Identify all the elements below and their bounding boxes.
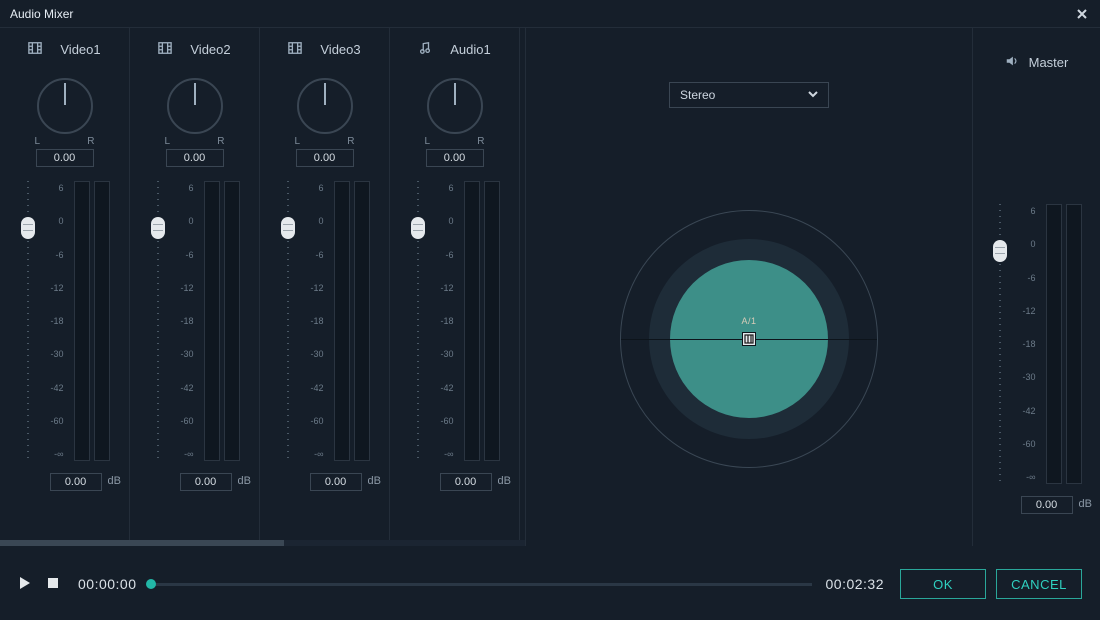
track-label: Video1	[60, 42, 100, 57]
stop-button[interactable]	[46, 576, 60, 593]
playback-position: 00:00:00	[78, 576, 137, 592]
db-scale: 60-6-12-18-30-42-60-∞	[436, 181, 454, 461]
tracks-panel: Video1 LR 0.00 60-6-12-18-30-42-60-∞	[0, 28, 526, 546]
track-label: Audio1	[450, 42, 490, 57]
slider-thumb[interactable]	[21, 217, 35, 239]
slider-thumb[interactable]	[281, 217, 295, 239]
slider-thumb[interactable]	[993, 240, 1007, 262]
play-button[interactable]	[18, 576, 32, 593]
track-audio1: Audio1 LR 0.00 60-6-12-18-30-42-60-∞ 0.0…	[390, 28, 520, 546]
volume-slider[interactable]	[410, 181, 426, 461]
panner-center-label: A/1	[741, 316, 756, 326]
db-scale: 60-6-12-18-30-42-60-∞	[46, 181, 64, 461]
slider-thumb[interactable]	[411, 217, 425, 239]
volume-slider[interactable]	[20, 181, 36, 461]
level-meters	[74, 181, 110, 461]
chevron-down-icon	[808, 88, 818, 102]
db-scale: 60-6-12-18-30-42-60-∞	[176, 181, 194, 461]
track-label: Video3	[320, 42, 360, 57]
pan-value[interactable]: 0.00	[36, 149, 94, 167]
volume-slider[interactable]	[150, 181, 166, 461]
pan-value[interactable]: 0.00	[426, 149, 484, 167]
db-value[interactable]: 0.00	[180, 473, 232, 491]
pan-knob[interactable]	[37, 78, 93, 134]
track-video2: Video2 LR 0.00 60-6-12-18-30-42-60-∞ 0.0…	[130, 28, 260, 546]
panner-panel: Stereo A/1	[526, 28, 972, 546]
video-track-icon	[288, 41, 302, 58]
pan-value[interactable]: 0.00	[166, 149, 224, 167]
timeline-slider[interactable]	[151, 583, 812, 586]
pan-knob[interactable]	[297, 78, 353, 134]
volume-slider[interactable]	[280, 181, 296, 461]
pan-knob[interactable]	[427, 78, 483, 134]
footer: 00:00:00 00:02:32 OK CANCEL	[0, 548, 1100, 620]
master-volume-slider[interactable]	[992, 204, 1008, 484]
track-label: Video2	[190, 42, 230, 57]
master-label: Master	[1029, 55, 1069, 70]
surround-panner[interactable]: A/1	[620, 210, 878, 468]
pan-mode-select[interactable]: Stereo	[669, 82, 829, 108]
pan-value[interactable]: 0.00	[296, 149, 354, 167]
db-value[interactable]: 0.00	[440, 473, 492, 491]
track-video1: Video1 LR 0.00 60-6-12-18-30-42-60-∞	[0, 28, 130, 546]
db-value[interactable]: 0.00	[50, 473, 102, 491]
slider-thumb[interactable]	[151, 217, 165, 239]
video-track-icon	[28, 41, 42, 58]
cancel-button[interactable]: CANCEL	[996, 569, 1082, 599]
master-db-value[interactable]: 0.00	[1021, 496, 1073, 514]
close-button[interactable]	[1074, 6, 1090, 22]
window-title: Audio Mixer	[10, 7, 73, 21]
pan-knob[interactable]	[167, 78, 223, 134]
title-bar: Audio Mixer	[0, 0, 1100, 28]
playback-duration: 00:02:32	[826, 576, 885, 592]
ok-button[interactable]: OK	[900, 569, 986, 599]
timeline-playhead[interactable]	[146, 579, 156, 589]
db-scale: 60-6-12-18-30-42-60-∞	[306, 181, 324, 461]
panner-puck[interactable]	[742, 332, 756, 346]
speaker-icon	[1005, 54, 1019, 71]
track-video3: Video3 LR 0.00 60-6-12-18-30-42-60-∞ 0.0…	[260, 28, 390, 546]
video-track-icon	[158, 41, 172, 58]
db-scale: 60-6-12-18-30-42-60-∞	[1018, 204, 1036, 484]
master-panel: Master 60-6-12-18-30-42-60-∞ 0.00 dB	[972, 28, 1100, 546]
audio-track-icon	[418, 41, 432, 58]
db-value[interactable]: 0.00	[310, 473, 362, 491]
